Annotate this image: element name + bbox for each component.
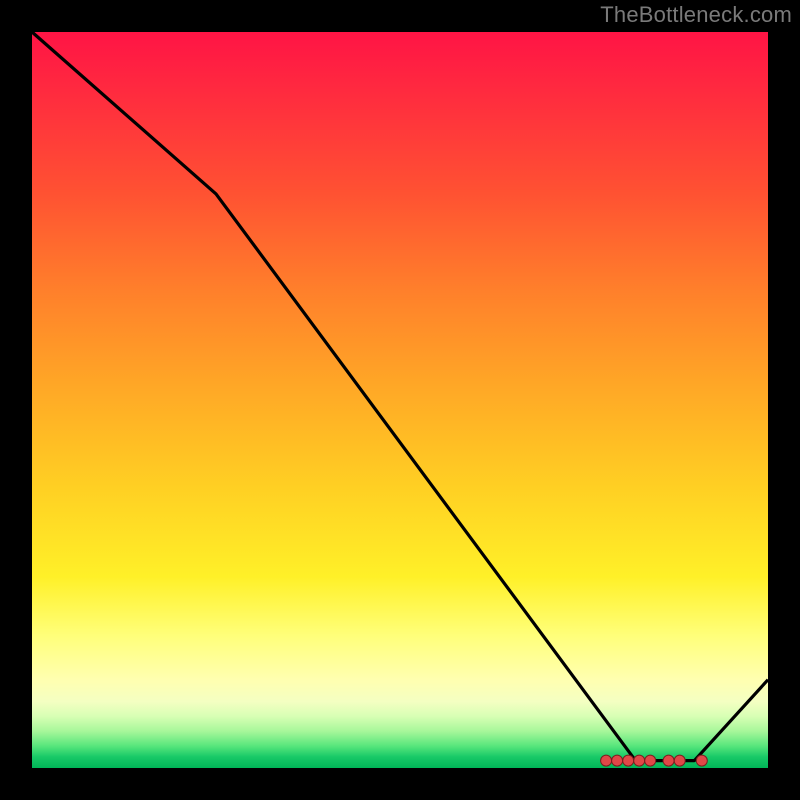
marker-point [612,755,623,766]
plot-area [32,32,768,768]
marker-point [623,755,634,766]
attribution-label: TheBottleneck.com [600,2,792,28]
chart-svg [32,32,768,768]
marker-point [696,755,707,766]
marker-point [663,755,674,766]
curve-layer [32,32,768,761]
main-curve [32,32,768,761]
marker-point [674,755,685,766]
marker-point [634,755,645,766]
marker-point [601,755,612,766]
chart-frame: TheBottleneck.com [0,0,800,800]
marker-point [645,755,656,766]
